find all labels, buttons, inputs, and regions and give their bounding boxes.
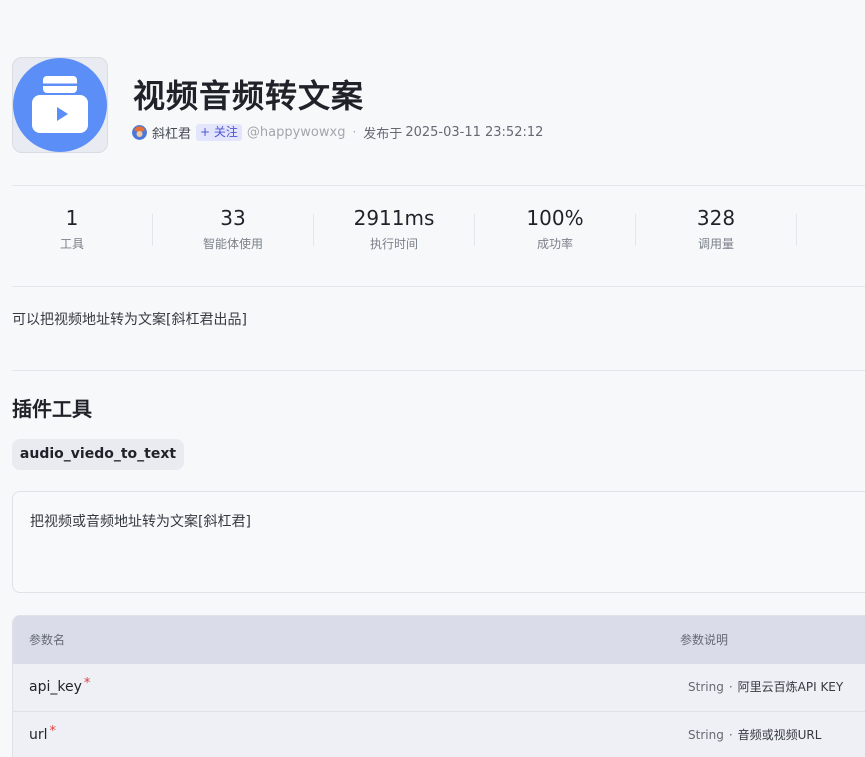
table-row: url * String · 音频或视频URL xyxy=(13,711,865,757)
tool-description-card: 把视频或音频地址转为文案[斜杠君] xyxy=(12,491,865,593)
stat-label: 相关 xyxy=(806,235,865,252)
stat-label: 工具 xyxy=(59,237,84,251)
stat-related: 相关 xyxy=(806,203,865,252)
stat-separator xyxy=(796,214,797,246)
author-avatar[interactable] xyxy=(132,124,147,140)
stat-value: 100% xyxy=(526,206,584,230)
stat-label: 成功率 xyxy=(536,237,573,251)
table-row: api_key * String · 阿里云百炼API KEY xyxy=(13,664,865,711)
stats-divider xyxy=(12,286,865,287)
stats-bar: 1 工具 33 智能体使用 2911ms 执行时间 100% 成功率 328 调… xyxy=(0,203,865,259)
param-separator: · xyxy=(728,728,733,742)
required-mark: * xyxy=(49,724,57,739)
stat-exec-time: 2911ms 执行时间 xyxy=(323,203,465,252)
author-handle: @happywowxg xyxy=(246,124,346,140)
stat-label: 调用量 xyxy=(697,237,734,251)
stat-separator xyxy=(313,214,314,246)
param-type: String xyxy=(688,728,724,742)
param-desc-cell: String · 阿里云百炼API KEY xyxy=(688,664,843,711)
param-name: url xyxy=(29,727,48,743)
param-desc: 音频或视频URL xyxy=(737,728,822,742)
required-mark: * xyxy=(83,676,91,691)
stat-separator xyxy=(635,214,636,246)
param-name-cell: url * xyxy=(29,712,56,757)
publish-time: 2025-03-11 23:52:12 xyxy=(405,124,544,140)
param-name: api_key xyxy=(29,679,82,695)
page-title: 视频音频转文案 xyxy=(133,77,365,115)
param-separator: · xyxy=(728,680,733,694)
param-name-cell: api_key * xyxy=(29,664,90,711)
stat-value: 2911ms xyxy=(353,206,435,230)
stat-agent-usage: 33 智能体使用 xyxy=(162,203,304,252)
video-to-text-icon xyxy=(12,57,108,153)
stat-value: 1 xyxy=(65,206,79,230)
plugin-description: 可以把视频地址转为文案[斜杠君出品] xyxy=(12,312,247,328)
follow-button[interactable]: + 关注 xyxy=(196,123,242,141)
stat-value: 328 xyxy=(696,206,736,230)
meta-separator: · xyxy=(352,125,357,139)
author-name[interactable]: 斜杠君 xyxy=(152,123,191,142)
plugin-header: 视频音频转文案 斜杠君 + 关注 @happywowxg · 发布于 2025-… xyxy=(12,57,865,153)
header-divider xyxy=(12,185,865,186)
param-desc: 阿里云百炼API KEY xyxy=(737,680,844,694)
tools-section-title: 插件工具 xyxy=(12,397,92,421)
publish-label: 发布于 xyxy=(363,126,403,142)
header-param-name: 参数名 xyxy=(29,633,66,647)
stat-separator xyxy=(152,214,153,246)
tool-description: 把视频或音频地址转为文案[斜杠君] xyxy=(30,514,251,530)
stat-label: 执行时间 xyxy=(369,237,418,251)
tool-tab-audio-video-to-text[interactable]: audio_viedo_to_text xyxy=(12,439,184,470)
description-divider xyxy=(12,370,865,371)
stat-separator xyxy=(474,214,475,246)
stat-call-count: 328 调用量 xyxy=(645,203,787,252)
plugin-detail-page: 视频音频转文案 斜杠君 + 关注 @happywowxg · 发布于 2025-… xyxy=(0,0,865,757)
stat-label: 智能体使用 xyxy=(202,237,263,251)
params-table: 参数名 参数说明 api_key * String · 阿里云百炼API KEY ur… xyxy=(12,615,865,757)
params-table-header: 参数名 参数说明 xyxy=(13,616,865,664)
header-param-desc: 参数说明 xyxy=(680,633,729,647)
stat-value xyxy=(806,203,865,233)
param-desc-cell: String · 音频或视频URL xyxy=(688,712,821,757)
param-type: String xyxy=(688,680,724,694)
stat-tools: 1 工具 xyxy=(1,203,143,252)
stat-success-rate: 100% 成功率 xyxy=(484,203,626,252)
plugin-meta: 斜杠君 + 关注 @happywowxg · 发布于 2025-03-11 23… xyxy=(132,122,543,142)
stat-value: 33 xyxy=(220,206,246,230)
